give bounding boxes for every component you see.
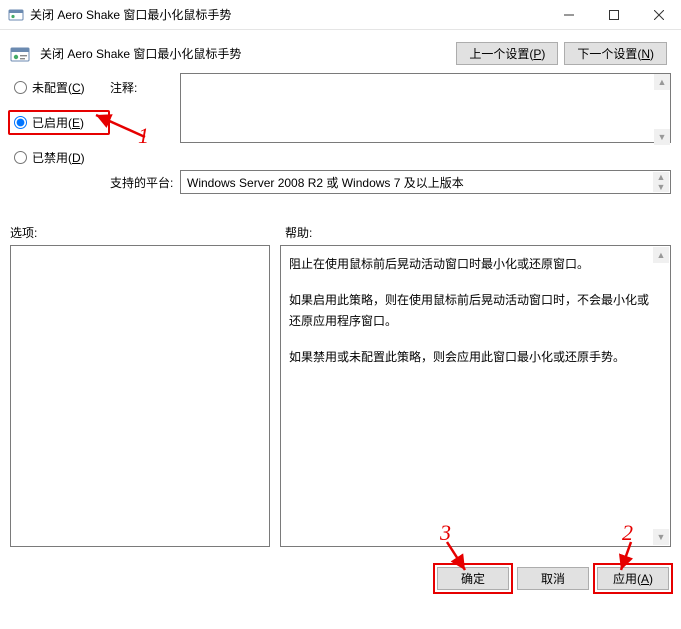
platform-box: Windows Server 2008 R2 或 Windows 7 及以上版本… xyxy=(180,170,671,194)
mid-labels: 选项: 帮助: xyxy=(0,194,681,245)
options-label: 选项: xyxy=(10,224,285,241)
window-controls xyxy=(546,0,681,29)
radio-not-configured[interactable]: 未配置(C) xyxy=(14,79,110,96)
annotation-1: 1 xyxy=(138,123,149,149)
radio-not-configured-input[interactable] xyxy=(14,81,27,94)
prev-setting-button[interactable]: 上一个设置(P) xyxy=(456,42,558,65)
minimize-button[interactable] xyxy=(546,0,591,29)
panels: 阻止在使用鼠标前后晃动活动窗口时最小化或还原窗口。 如果启用此策略，则在使用鼠标… xyxy=(0,245,681,547)
radio-disabled-input[interactable] xyxy=(14,151,27,164)
platform-scrollbar: ▲ ▼ xyxy=(653,172,669,192)
comment-label: 注释: xyxy=(110,73,180,96)
help-panel: 阻止在使用鼠标前后晃动活动窗口时最小化或还原窗口。 如果启用此策略，则在使用鼠标… xyxy=(280,245,671,547)
scroll-down-icon: ▼ xyxy=(653,182,669,192)
ok-button[interactable]: 确定 xyxy=(437,567,509,590)
state-radio-group: 未配置(C) 已启用(E) 已禁用(D) xyxy=(10,73,110,166)
apply-button[interactable]: 应用(A) xyxy=(597,567,669,590)
comment-textarea[interactable] xyxy=(180,73,671,143)
help-label: 帮助: xyxy=(285,224,671,241)
scroll-up-icon: ▲ xyxy=(653,247,669,263)
nav-buttons: 上一个设置(P) 下一个设置(N) xyxy=(456,42,667,65)
page-title: 关闭 Aero Shake 窗口最小化鼠标手势 xyxy=(40,45,446,62)
scroll-up-icon: ▲ xyxy=(653,172,669,182)
scroll-down-icon: ▼ xyxy=(653,529,669,545)
platform-label: 支持的平台: xyxy=(110,170,180,191)
help-paragraph: 如果启用此策略，则在使用鼠标前后晃动活动窗口时，不会最小化或还原应用程序窗口。 xyxy=(289,290,652,333)
footer: 3 2 确定 取消 应用(A) xyxy=(0,547,681,600)
close-button[interactable] xyxy=(636,0,681,29)
app-icon xyxy=(8,7,24,23)
policy-icon xyxy=(10,44,30,64)
next-setting-button[interactable]: 下一个设置(N) xyxy=(564,42,667,65)
radio-enabled[interactable]: 已启用(E) xyxy=(8,110,110,135)
maximize-button[interactable] xyxy=(591,0,636,29)
platform-text: Windows Server 2008 R2 或 Windows 7 及以上版本 xyxy=(187,174,464,191)
window-title: 关闭 Aero Shake 窗口最小化鼠标手势 xyxy=(30,6,546,23)
help-paragraph: 阻止在使用鼠标前后晃动活动窗口时最小化或还原窗口。 xyxy=(289,254,652,276)
help-paragraph: 如果禁用或未配置此策略，则会应用此窗口最小化或还原手势。 xyxy=(289,347,652,369)
titlebar: 关闭 Aero Shake 窗口最小化鼠标手势 xyxy=(0,0,681,30)
cancel-button[interactable]: 取消 xyxy=(517,567,589,590)
radio-disabled[interactable]: 已禁用(D) xyxy=(14,149,110,166)
header-row: 关闭 Aero Shake 窗口最小化鼠标手势 上一个设置(P) 下一个设置(N… xyxy=(0,30,681,73)
help-scrollbar: ▲ ▼ xyxy=(653,247,669,545)
radio-enabled-input[interactable] xyxy=(14,116,27,129)
options-panel xyxy=(10,245,270,547)
